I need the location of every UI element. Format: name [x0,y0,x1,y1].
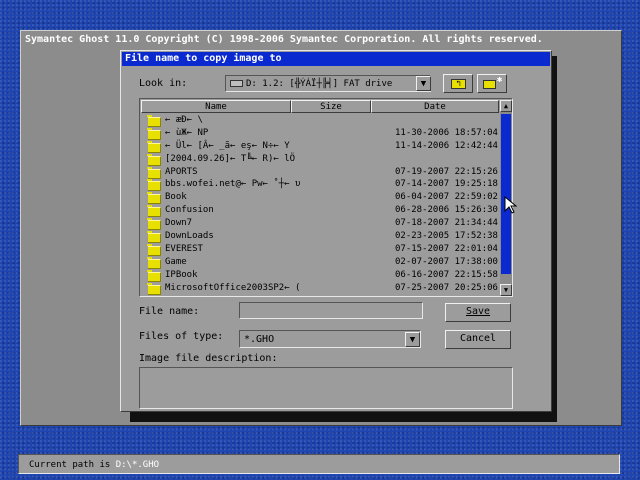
file-row[interactable]: EVEREST 07-15-2007 22:01:04 [141,243,499,256]
file-date: 02-07-2007 17:38:00 [395,256,498,267]
file-row[interactable]: ← ùЖ← NP 11-30-2006 18:57:04 [141,127,499,140]
file-date: 06-28-2006 15:26:30 [395,205,498,216]
look-in-label: Look in: [139,78,188,89]
file-date: 07-25-2007 20:25:06 [395,282,498,293]
description-label: Image file description: [139,353,278,364]
save-label: Save [465,306,491,317]
folder-icon [147,140,161,153]
file-name: IPBook [165,269,198,280]
file-date: 11-30-2006 18:57:04 [395,127,498,138]
files-of-type-dropdown-arrow[interactable]: ▼ [405,332,420,347]
folder-icon [147,166,161,179]
file-name: ← æÐ← \ [165,115,203,125]
file-name-input[interactable] [239,302,423,319]
file-date: 02-23-2005 17:52:38 [395,231,498,242]
file-name: ← ùЖ← NP [165,127,209,138]
file-date: 11-14-2006 12:42:44 [395,140,498,151]
new-folder-button[interactable]: ✱ [477,74,507,93]
folder-icon [147,269,161,282]
file-row[interactable]: ← Ül← [Â← _ã← eş← N÷← Y 11-14-2006 12:42:… [141,140,499,153]
file-row[interactable]: Game 02-07-2007 17:38:00 [141,256,499,269]
folder-icon [147,243,161,256]
file-row[interactable]: DownLoads 02-23-2005 17:52:38 [141,230,499,244]
list-header: Name Size Date [141,100,499,113]
folder-icon [147,282,161,295]
file-name-label: File name: [139,306,200,317]
files-of-type-label: Files of type: [139,331,224,342]
main-title: Symantec Ghost 11.0 Copyright (C) 1998-2… [25,34,543,45]
file-name: Down7 [165,218,193,229]
file-name: EVEREST [165,243,203,254]
file-date: 07-19-2007 22:15:26 [395,166,498,177]
mouse-cursor-icon [504,196,518,214]
file-row[interactable]: MicrosoftOffice2003SP2← ( 07-25-2007 20:2… [141,282,499,295]
file-row[interactable]: APORTS 07-19-2007 22:15:26 [141,166,499,179]
folder-icon [147,231,161,244]
file-name: Book [165,192,187,203]
file-row[interactable]: [2004.09.26]← T╚← R)← lÖ [141,153,499,166]
up-folder-icon: ↰ [451,79,466,89]
column-size[interactable]: Size [291,100,371,113]
look-in-dropdown-arrow[interactable]: ▼ [416,76,431,91]
file-name: Confusion [165,205,214,216]
folder-icon [147,115,161,127]
files-of-type-value: *.GHO [244,334,275,345]
file-row[interactable]: Down7 07-18-2007 21:34:44 [141,217,499,231]
cancel-button[interactable]: Cancel [445,330,511,349]
files-of-type-combo[interactable]: *.GHO ▼ [239,330,421,348]
file-name: Game [165,256,187,267]
file-date: 07-15-2007 22:01:04 [395,243,498,254]
folder-icon [147,153,161,166]
column-date[interactable]: Date [371,100,499,113]
up-folder-button[interactable]: ↰ [443,74,473,93]
file-list[interactable]: Name Size Date ← æÐ← \ ← ùЖ← NP 11-30-2006… [139,98,513,297]
scroll-down-arrow[interactable]: ▼ [500,284,512,296]
file-name: bbs.wofei.net@← Pw← ˚┼← υ [165,179,301,190]
file-row[interactable]: Book 06-04-2007 22:59:02 [141,191,499,205]
file-date: 06-16-2007 22:15:58 [395,269,498,280]
file-name: APORTS [165,166,198,177]
status-bar: Current path is D:\*.GHO [18,454,620,474]
look-in-value: D: 1.2: [╬ÝÁÏ┼╠╡] FAT drive [246,79,393,89]
file-rows: ← æÐ← \ ← ùЖ← NP 11-30-2006 18:57:04 ← Ül← … [141,114,499,296]
file-row[interactable]: Confusion 06-28-2006 15:26:30 [141,204,499,218]
current-path: D:\*.GHO [115,460,160,470]
save-image-dialog: File name to copy image to Look in: D: 1… [120,50,552,412]
folder-icon [147,179,161,192]
scroll-thumb[interactable] [501,114,511,274]
status-text: Current path is D:\*.GHO [29,459,159,471]
folder-icon [147,205,161,218]
column-name[interactable]: Name [141,100,291,113]
look-in-combo[interactable]: D: 1.2: [╬ÝÁÏ┼╠╡] FAT drive ▼ [225,75,431,92]
status-prefix: Current path is [29,460,111,470]
drive-icon [230,80,243,87]
file-name: DownLoads [165,231,214,242]
description-textarea[interactable] [139,367,513,409]
file-name: MicrosoftOffice2003SP2← ( [165,282,301,293]
folder-icon [147,192,161,205]
folder-icon [147,218,161,231]
folder-icon [147,256,161,269]
file-row[interactable]: ← æÐ← \ [141,114,499,127]
file-name: [2004.09.26]← T╚← R)← lÖ [165,153,296,164]
file-row[interactable]: IPBook 06-16-2007 22:15:58 [141,269,499,282]
cancel-label: Cancel [459,333,497,344]
file-date: 07-18-2007 21:34:44 [395,218,498,229]
folder-icon [147,127,161,140]
scroll-up-arrow[interactable]: ▲ [500,100,512,112]
dialog-title: File name to copy image to [122,52,550,66]
sparkle-icon: ✱ [497,75,503,85]
file-date: 07-14-2007 19:25:18 [395,179,498,190]
file-row[interactable]: bbs.wofei.net@← Pw← ˚┼← υ 07-14-2007 19:2… [141,178,499,192]
save-button[interactable]: Save [445,303,511,322]
new-folder-icon [483,80,496,89]
file-date: 06-04-2007 22:59:02 [395,192,498,203]
file-name: ← Ül← [Â← _ã← eş← N÷← Y [165,140,290,151]
